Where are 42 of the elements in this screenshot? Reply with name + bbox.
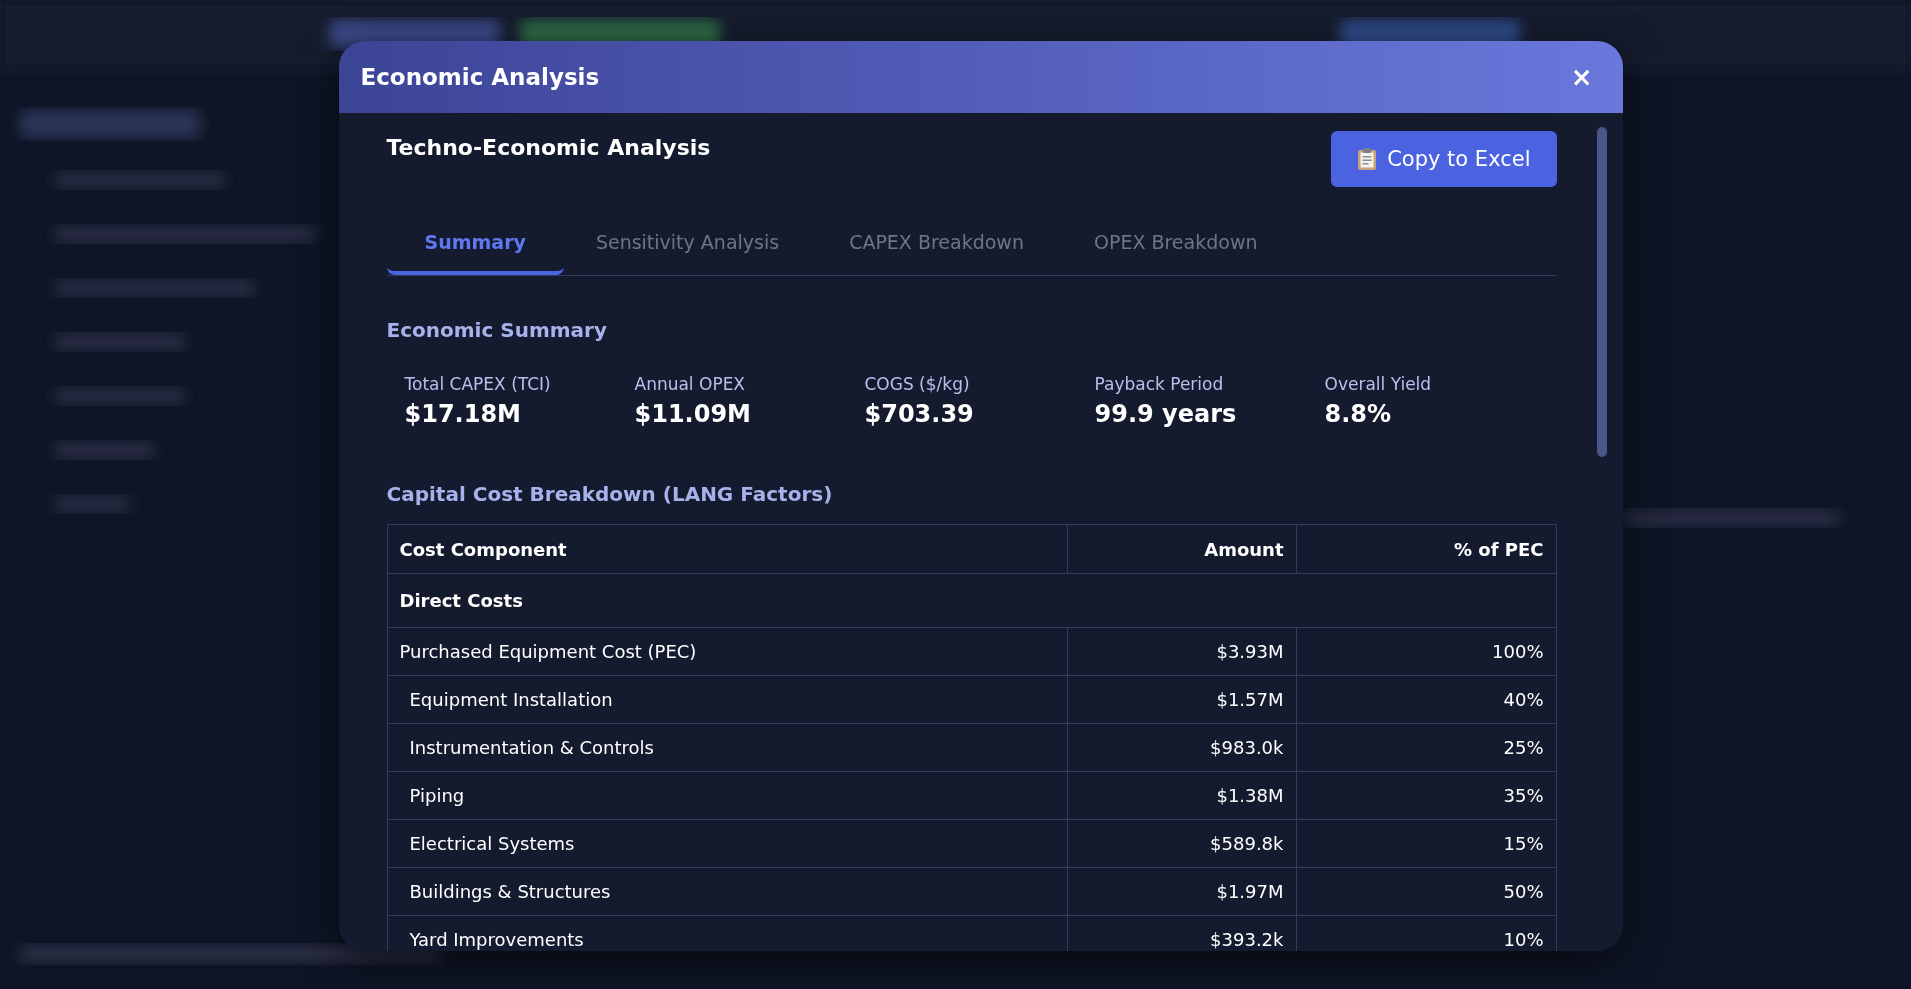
table-cell: $589.8k — [1067, 819, 1296, 868]
metric-value: 8.8% — [1324, 400, 1393, 428]
table-cell: Buildings & Structures — [387, 867, 1067, 916]
clipboard-icon — [1357, 147, 1378, 171]
metric-value: $703.39 — [864, 400, 975, 428]
metric-label: Overall Yield — [1324, 374, 1433, 394]
section-heading: Economic Summary — [386, 318, 608, 342]
dialog-title: Economic Analysis — [360, 64, 600, 90]
table-cell: Purchased Equipment Cost (PEC) — [387, 627, 1067, 676]
table-cell: $1.38M — [1067, 771, 1296, 820]
section-cell: Direct Costs — [387, 573, 1556, 628]
table-cell: $1.97M — [1067, 867, 1296, 916]
column-header: % of PEC — [1296, 524, 1556, 574]
analysis-heading: Techno-Economic Analysis — [386, 135, 711, 160]
table-cell: 50% — [1296, 867, 1556, 916]
table-cell: Instrumentation & Controls — [387, 723, 1067, 772]
table-cell: Electrical Systems — [387, 819, 1067, 868]
metric-label: Payback Period — [1094, 374, 1225, 394]
table-cell: 15% — [1296, 819, 1556, 868]
section-heading: Capital Cost Breakdown (LANG Factors) — [386, 482, 834, 506]
copy-to-excel-button[interactable]: Copy to Excel — [1331, 131, 1557, 187]
column-header: Amount — [1067, 524, 1296, 574]
table-cell: Yard Improvements — [387, 915, 1067, 951]
table-cell: $983.0k — [1067, 723, 1296, 772]
column-header: Cost Component — [387, 524, 1067, 574]
table-cell: 35% — [1296, 771, 1556, 820]
table-cell: 40% — [1296, 675, 1556, 724]
close-button[interactable]: × — [1564, 62, 1599, 92]
table-cell: 25% — [1296, 723, 1556, 772]
metric-value: $17.18M — [404, 400, 522, 428]
table-cell: $1.57M — [1067, 675, 1296, 724]
table-cell: $3.93M — [1067, 627, 1296, 676]
metric-label: Annual OPEX — [634, 374, 747, 394]
table-cell: 100% — [1296, 627, 1556, 676]
metric-value: 99.9 years — [1094, 400, 1238, 428]
table-cell: Equipment Installation — [387, 675, 1067, 724]
scrollbar-thumb[interactable] — [1596, 127, 1607, 457]
metric-value: $11.09M — [634, 400, 752, 428]
table-cell: Piping — [387, 771, 1067, 820]
metric-label: COGS ($/kg) — [864, 374, 971, 394]
metric-label: Total CAPEX (TCI) — [404, 374, 552, 394]
tab[interactable]: Summary — [386, 215, 564, 275]
